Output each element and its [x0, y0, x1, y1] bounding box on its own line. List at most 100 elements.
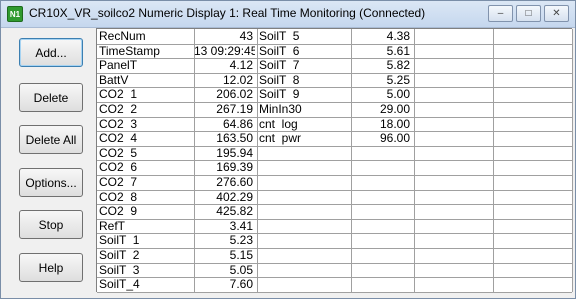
window-title: CR10X_VR_soilco2 Numeric Display 1: Real…: [29, 6, 426, 20]
field-name-cell[interactable]: [414, 73, 492, 88]
close-button[interactable]: ✕: [544, 5, 569, 22]
field-value-cell: [493, 175, 570, 190]
field-value-cell: [351, 175, 412, 190]
field-value-cell: 12.02: [222, 72, 253, 87]
field-name-cell[interactable]: [414, 219, 492, 234]
delete-all-button[interactable]: Delete All: [19, 125, 83, 154]
field-name-cell[interactable]: SoilT 7: [257, 58, 350, 73]
field-name-cell[interactable]: cnt pwr: [257, 131, 350, 146]
field-name-cell[interactable]: SoilT 2: [97, 248, 193, 263]
add-button[interactable]: Add...: [19, 38, 83, 67]
delete-button[interactable]: Delete: [19, 83, 83, 112]
field-name-cell[interactable]: MinIn30: [257, 102, 350, 117]
field-value-cell: 4.12: [229, 58, 253, 73]
field-name-cell[interactable]: [257, 160, 350, 175]
field-value-cell: [493, 219, 570, 234]
field-name-cell[interactable]: [257, 219, 350, 234]
options-button[interactable]: Options...: [19, 168, 83, 197]
field-name-cell[interactable]: [257, 248, 350, 263]
field-value-cell: 43: [239, 29, 253, 43]
field-name-cell[interactable]: [414, 190, 492, 205]
field-name-cell[interactable]: [414, 248, 492, 263]
maximize-button[interactable]: □: [516, 5, 541, 22]
numeric-display-grid[interactable]: RecNum 43 TimeStamp 13 09:29:45 PanelT 4.12 Ba…: [96, 28, 573, 293]
field-value-cell: [351, 146, 412, 161]
field-name-cell[interactable]: SoilT 3: [97, 263, 193, 278]
field-value-cell: [493, 263, 570, 278]
field-name-cell[interactable]: [257, 146, 350, 161]
field-name-cell[interactable]: PanelT: [97, 58, 193, 73]
field-name-cell[interactable]: [257, 233, 350, 248]
field-value-cell: 18.00: [379, 116, 410, 131]
numeric-display-window: N1 CR10X_VR_soilco2 Numeric Display 1: R…: [0, 0, 576, 299]
field-name-cell[interactable]: [414, 58, 492, 73]
field-value-cell: [351, 190, 412, 205]
help-button[interactable]: Help: [19, 253, 83, 282]
field-name-cell[interactable]: CO2 8: [97, 190, 193, 205]
field-name-cell[interactable]: [414, 29, 492, 44]
field-name-cell[interactable]: SoilT 6: [257, 44, 350, 59]
field-value-cell: 64.86: [222, 116, 253, 131]
field-value-cell: 5.05: [229, 262, 253, 277]
minimize-button[interactable]: –: [488, 5, 513, 22]
field-value-cell: [493, 87, 570, 102]
field-name-cell[interactable]: [414, 233, 492, 248]
stop-button[interactable]: Stop: [19, 210, 83, 239]
field-name-cell[interactable]: RecNum: [97, 29, 193, 44]
field-name-cell[interactable]: SoilT_4: [97, 277, 193, 292]
field-value-cell: 96.00: [379, 131, 410, 146]
field-name-cell[interactable]: TimeStamp: [97, 44, 193, 59]
field-name-cell[interactable]: [414, 146, 492, 161]
field-name-cell[interactable]: [257, 277, 350, 292]
field-name-cell[interactable]: CO2 6: [97, 160, 193, 175]
field-name-cell[interactable]: SoilT 1: [97, 233, 193, 248]
close-icon: ✕: [552, 8, 561, 19]
field-name-cell[interactable]: [414, 277, 492, 292]
field-name-cell[interactable]: cnt log: [257, 117, 350, 132]
button-panel: Add... Delete Delete All Options... Stop…: [7, 28, 95, 298]
field-value-cell: 29.00: [379, 102, 410, 116]
field-name-cell[interactable]: [257, 263, 350, 278]
field-name-cell[interactable]: [414, 204, 492, 219]
field-name-cell[interactable]: SoilT 8: [257, 73, 350, 88]
field-name-cell[interactable]: SoilT 5: [257, 29, 350, 44]
field-name-cell[interactable]: BattV: [97, 73, 193, 88]
field-name-cell[interactable]: CO2 3: [97, 117, 193, 132]
field-value-cell: [493, 190, 570, 205]
field-name-cell[interactable]: [414, 175, 492, 190]
field-value-cell: 5.23: [229, 233, 253, 248]
field-name-cell[interactable]: [414, 117, 492, 132]
field-name-cell[interactable]: [414, 44, 492, 59]
field-name-cell[interactable]: SoilT 9: [257, 87, 350, 102]
field-value-cell: [351, 204, 412, 219]
field-name-cell[interactable]: [257, 204, 350, 219]
field-value-cell: 13 09:29:45: [194, 43, 255, 58]
window-controls: – □ ✕: [485, 5, 569, 22]
field-value-cell: 5.25: [386, 72, 410, 87]
field-value-cell: 5.15: [229, 248, 253, 262]
field-value-cell: 267.19: [216, 102, 253, 116]
field-value-cell: [493, 277, 570, 292]
field-value-cell: [493, 160, 570, 175]
field-name-cell[interactable]: CO2 9: [97, 204, 193, 219]
title-bar[interactable]: N1 CR10X_VR_soilco2 Numeric Display 1: R…: [1, 1, 575, 28]
field-name-cell[interactable]: RefT: [97, 219, 193, 234]
field-name-cell[interactable]: CO2 5: [97, 146, 193, 161]
field-name-cell[interactable]: [257, 190, 350, 205]
field-name-cell[interactable]: [257, 175, 350, 190]
minimize-icon: –: [497, 8, 504, 19]
field-name-cell[interactable]: CO2 7: [97, 175, 193, 190]
field-name-cell[interactable]: [414, 131, 492, 146]
app-icon: N1: [7, 6, 23, 22]
field-name-cell[interactable]: [414, 87, 492, 102]
field-value-cell: [493, 131, 570, 146]
field-value-cell: 7.60: [229, 277, 253, 292]
field-name-cell[interactable]: [414, 160, 492, 175]
field-name-cell[interactable]: CO2 4: [97, 131, 193, 146]
field-value-cell: [493, 146, 570, 161]
field-name-cell[interactable]: CO2 2: [97, 102, 193, 117]
field-name-cell[interactable]: [414, 263, 492, 278]
field-name-cell[interactable]: [414, 102, 492, 117]
field-value-cell: [351, 160, 412, 175]
field-name-cell[interactable]: CO2 1: [97, 87, 193, 102]
